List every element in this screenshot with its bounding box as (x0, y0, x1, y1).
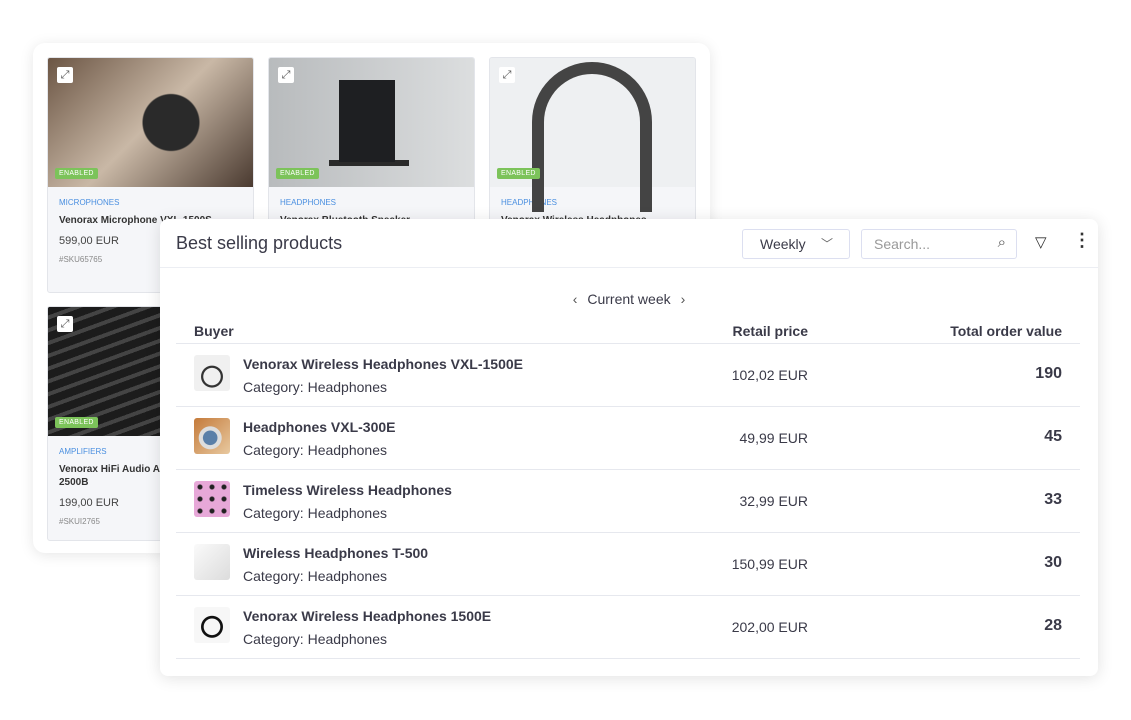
status-badge: ENABLED (497, 168, 540, 179)
filter-icon[interactable]: ▽ (1035, 233, 1047, 251)
column-header-buyer[interactable]: Buyer (194, 323, 234, 339)
expand-icon[interactable]: ⤢ (278, 67, 294, 83)
expand-icon[interactable]: ⤢ (499, 67, 515, 83)
expand-icon[interactable]: ⤢ (57, 67, 73, 83)
row-category: Category: Headphones (243, 631, 387, 647)
table-row[interactable]: Venorax Wireless Headphones 1500E Catego… (176, 596, 1080, 659)
row-product-name: Wireless Headphones T-500 (243, 545, 429, 561)
product-image: ⤢ ENABLED (269, 58, 474, 187)
status-badge: ENABLED (55, 168, 98, 179)
status-badge: ENABLED (276, 168, 319, 179)
search-input[interactable]: Search... ⌕ (861, 229, 1017, 259)
row-product-name: Venorax Wireless Headphones VXL-1500E (243, 356, 523, 372)
search-placeholder: Search... (874, 236, 931, 252)
product-thumbnail (194, 355, 230, 391)
row-retail-price: 202,00 EUR (731, 619, 808, 635)
period-select[interactable]: Weekly ﹀ (742, 229, 850, 259)
row-retail-price: 150,99 EUR (731, 556, 808, 572)
row-category: Category: Headphones (243, 442, 387, 458)
row-category: Category: Headphones (243, 379, 387, 395)
chevron-right-icon[interactable]: › (681, 291, 686, 307)
status-badge: ENABLED (55, 417, 98, 428)
products-table: Venorax Wireless Headphones VXL-1500E Ca… (176, 343, 1080, 659)
row-category: Category: Headphones (243, 568, 387, 584)
row-product-name: Venorax Wireless Headphones 1500E (243, 608, 492, 624)
table-row[interactable]: Venorax Wireless Headphones VXL-1500E Ca… (176, 344, 1080, 407)
column-header-total-order-value[interactable]: Total order value (950, 323, 1062, 339)
row-retail-price: 32,99 EUR (739, 493, 808, 509)
search-icon[interactable]: ⌕ (998, 234, 1006, 251)
column-header-retail-price[interactable]: Retail price (733, 323, 808, 339)
product-thumbnail (194, 418, 230, 454)
row-total-order-value: 28 (1044, 617, 1062, 634)
period-select-value: Weekly (760, 236, 806, 252)
expand-icon[interactable]: ⤢ (57, 316, 73, 332)
product-category: HEADPHONES (280, 198, 337, 207)
row-retail-price: 102,02 EUR (731, 367, 808, 383)
panel-header: Best selling products Weekly ﹀ Search... ⌕… (160, 219, 1098, 268)
row-retail-price: 49,99 EUR (739, 430, 808, 446)
more-options-icon[interactable]: ⋮ (1073, 231, 1091, 249)
product-thumbnail (194, 481, 230, 517)
table-row[interactable]: Wireless Headphones T-500 Category: Head… (176, 533, 1080, 596)
row-category: Category: Headphones (243, 505, 387, 521)
period-navigator: ‹ Current week › (160, 291, 1098, 307)
product-thumbnail (194, 544, 230, 580)
row-total-order-value: 190 (1035, 365, 1062, 382)
product-image: ⤢ ENABLED (48, 58, 253, 187)
product-category: MICROPHONES (59, 198, 120, 207)
period-label: Current week (587, 291, 671, 307)
panel-title: Best selling products (176, 233, 343, 253)
row-total-order-value: 45 (1044, 428, 1062, 445)
table-row[interactable]: Headphones VXL-300E Category: Headphones… (176, 407, 1080, 470)
row-total-order-value: 33 (1044, 491, 1062, 508)
table-row[interactable]: Timeless Wireless Headphones Category: H… (176, 470, 1080, 533)
product-card[interactable]: ⤢ ENABLED HEADPHONES Venorax Wireless He… (489, 57, 696, 227)
product-image: ⤢ ENABLED (490, 58, 695, 212)
product-thumbnail (194, 607, 230, 643)
chevron-down-icon: ﹀ (820, 237, 833, 251)
product-card[interactable]: ⤢ ENABLED HEADPHONES Venorax Bluetooth S… (268, 57, 475, 227)
row-product-name: Timeless Wireless Headphones (243, 482, 452, 498)
chevron-left-icon[interactable]: ‹ (573, 291, 578, 307)
row-total-order-value: 30 (1044, 554, 1062, 571)
best-selling-panel: Best selling products Weekly ﹀ Search... ⌕… (160, 219, 1098, 676)
row-product-name: Headphones VXL-300E (243, 419, 396, 435)
